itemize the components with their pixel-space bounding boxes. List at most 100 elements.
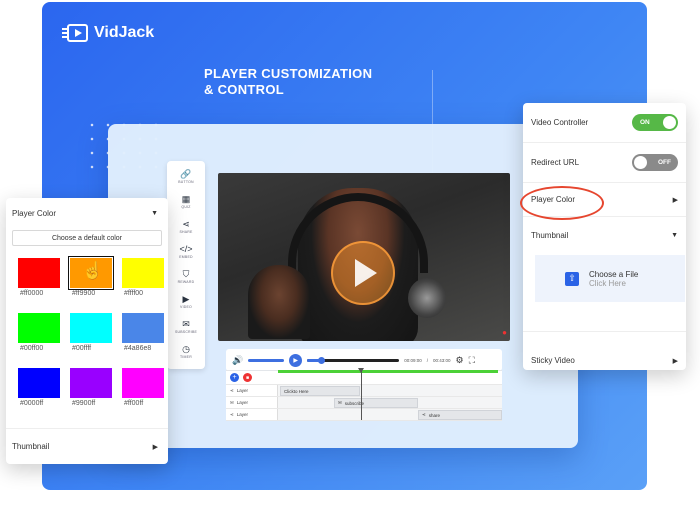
share-icon: ⋖ xyxy=(182,219,190,229)
color-swatch[interactable]: #9900ff xyxy=(70,368,112,411)
layer-label: ⋖ Layer xyxy=(226,409,278,420)
inset-face xyxy=(248,265,310,339)
mail-icon: ✉ xyxy=(182,319,190,329)
timeline-row[interactable]: ✉ Layer ✉ subscribe xyxy=(226,397,502,409)
upload-icon: ⇧ xyxy=(565,271,579,286)
timeline-toolbar: + ■ xyxy=(226,371,502,385)
code-icon: </> xyxy=(179,244,193,254)
toggle-knob xyxy=(663,116,676,129)
player-color-panel: Player Color ▼ Choose a default color #f… xyxy=(6,198,168,464)
color-swatch[interactable]: #ffff00 xyxy=(122,258,164,301)
fullscreen-icon[interactable]: ⛶ xyxy=(469,355,475,366)
color-swatch[interactable]: #ff00ff xyxy=(122,368,164,411)
tool-sidebar: 🔗 BUTTON ▦ QUIZ ⋖ SHARE </> EMBED ⛉ REWARD ▶ V… xyxy=(167,161,205,369)
caret-right-icon: ▶ xyxy=(672,358,678,365)
video-controller-toggle[interactable]: ON xyxy=(632,114,678,131)
caret-right-icon: ▶ xyxy=(672,196,678,204)
timeline-clip[interactable]: Clickto Here xyxy=(280,386,360,396)
swatch-label: #ff9900 xyxy=(72,290,96,297)
tool-label: QUIZ xyxy=(181,205,191,209)
thumbnail-row[interactable]: Thumbnail ▶ xyxy=(6,428,168,464)
timeline-row[interactable]: ⋖ Layer ⋖ share xyxy=(226,409,502,421)
swatch-color xyxy=(122,368,164,398)
thumbnail-row[interactable]: Thumbnail ▼ xyxy=(523,217,686,253)
tool-label: SHARE xyxy=(179,230,193,234)
tool-label: TIMER xyxy=(180,355,192,359)
layer-track: ⋖ share xyxy=(278,409,502,420)
tool-label: BUTTON xyxy=(178,180,194,184)
share-icon: ⋖ xyxy=(230,411,234,417)
tool-subscribe[interactable]: ✉ SUBSCRIBE xyxy=(169,319,203,343)
clip-label: Clickto Here xyxy=(284,388,309,394)
redirect-url-toggle[interactable]: OFF xyxy=(632,154,678,171)
tool-label: REWARD xyxy=(177,280,195,284)
share-icon: ⋖ xyxy=(422,412,426,417)
color-swatch[interactable]: #4a86e8 xyxy=(122,313,164,356)
toggle-knob xyxy=(634,156,647,169)
mail-icon: ✉ xyxy=(230,399,234,405)
tool-video[interactable]: ▶ VIDEO xyxy=(169,294,203,318)
headline-line-1: PLAYER CUSTOMIZATION xyxy=(204,66,373,81)
clip-label: share xyxy=(428,412,441,418)
tool-label: EMBED xyxy=(179,255,193,259)
volume-icon[interactable]: 🔊 xyxy=(232,355,243,366)
color-swatch[interactable]: #ff9900 ☝ xyxy=(68,256,114,301)
swatch-color xyxy=(18,368,60,398)
swatch-label: #ffff00 xyxy=(124,290,144,297)
color-swatch[interactable]: #0000ff xyxy=(18,368,60,411)
tool-share[interactable]: ⋖ SHARE xyxy=(169,219,203,243)
layer-track: Clickto Here xyxy=(278,385,502,396)
swatch-label: #0000ff xyxy=(20,400,44,407)
choose-default-color-button[interactable]: Choose a default color xyxy=(12,230,162,246)
page-headline: PLAYER CUSTOMIZATION & CONTROL xyxy=(204,66,372,98)
toggle-state: ON xyxy=(640,119,650,126)
tool-embed[interactable]: </> EMBED xyxy=(169,244,203,268)
timeline-row[interactable]: ⋖ Layer Clickto Here xyxy=(226,385,502,397)
swatch-color xyxy=(18,258,60,288)
timeline-playhead[interactable] xyxy=(358,368,364,420)
player-color-header[interactable]: Player Color ▼ xyxy=(6,198,168,228)
color-swatch[interactable]: #00ffff xyxy=(70,313,112,356)
timeline-clip[interactable]: ⋖ share xyxy=(418,410,502,420)
volume-slider[interactable] xyxy=(248,358,285,362)
hand-cursor-icon: ☝ xyxy=(82,261,104,280)
caret-down-icon: ▼ xyxy=(151,209,158,217)
swatch-label: #ff0000 xyxy=(20,290,44,297)
add-layer-button[interactable]: + xyxy=(230,373,239,382)
highlight-circle xyxy=(520,186,604,220)
tool-button[interactable]: 🔗 BUTTON xyxy=(169,169,203,193)
caret-down-icon: ▼ xyxy=(671,231,678,239)
timer-icon: ◷ xyxy=(182,344,190,354)
reward-icon: ⛉ xyxy=(182,269,190,279)
delete-layer-button[interactable]: ■ xyxy=(243,373,252,382)
tool-label: SUBSCRIBE xyxy=(174,330,198,334)
brand-logo[interactable]: VidJack xyxy=(62,24,154,42)
seek-bar[interactable] xyxy=(307,356,400,364)
sticky-video-label: Sticky Video xyxy=(531,356,575,365)
upload-hint: Click Here xyxy=(589,278,626,288)
tool-quiz[interactable]: ▦ QUIZ xyxy=(169,194,203,218)
logo-icon xyxy=(62,24,88,42)
play-overlay-button[interactable] xyxy=(331,241,395,305)
tool-timer[interactable]: ◷ TIMER xyxy=(169,344,203,368)
video-controller-row: Video Controller ON xyxy=(523,103,686,143)
color-swatch[interactable]: #00ff00 xyxy=(18,313,60,356)
play-button[interactable]: ▶ xyxy=(289,353,303,367)
file-upload[interactable]: ⇧ Choose a File Click Here xyxy=(535,255,685,302)
record-icon: ● xyxy=(502,328,507,337)
settings-panel: Video Controller ON Redirect URL OFF Pla… xyxy=(523,103,686,370)
sticky-video-row[interactable]: Sticky Video ▶ xyxy=(523,331,686,369)
thumbnail-label: Thumbnail xyxy=(12,442,50,451)
swatch-label: #00ffff xyxy=(72,345,92,352)
tool-reward[interactable]: ⛉ REWARD xyxy=(169,269,203,293)
video-preview[interactable]: ● xyxy=(218,173,510,341)
swatch-label: #ff00ff xyxy=(124,400,144,407)
thumbnail-label: Thumbnail xyxy=(531,230,569,240)
caret-right-icon: ▶ xyxy=(152,443,158,451)
timeline-clip[interactable]: ✉ subscribe xyxy=(334,398,418,408)
color-swatch[interactable]: #ff0000 xyxy=(18,258,60,301)
gear-icon[interactable]: ⚙ xyxy=(456,355,464,366)
swatch-color xyxy=(70,313,112,343)
microphone xyxy=(408,278,446,318)
seek-handle[interactable] xyxy=(318,356,326,364)
